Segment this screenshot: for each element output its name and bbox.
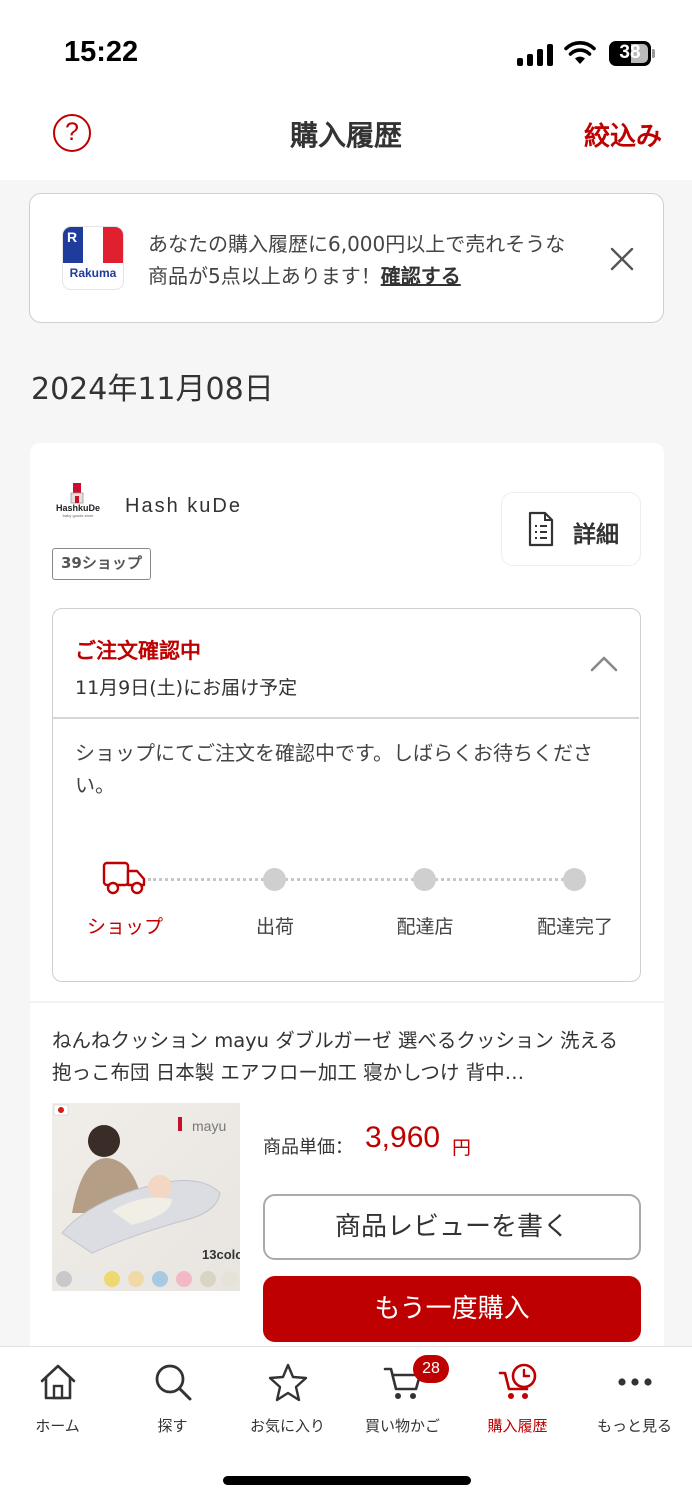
filter-button[interactable]: 絞込み xyxy=(584,116,662,153)
wifi-icon xyxy=(564,41,596,64)
truck-icon xyxy=(102,861,146,895)
nav-label-home: ホーム xyxy=(35,1417,80,1435)
unit-price-value: 3,960 xyxy=(365,1121,441,1154)
banner-message: あなたの購入履歴に6,000円以上で売れそうな商品が5点以上あります！確認する xyxy=(148,228,578,292)
shop-name[interactable]: Hash kuDe xyxy=(125,495,242,518)
star-icon xyxy=(268,1363,308,1402)
banner-message-text: あなたの購入履歴に6,000円以上で売れそうな商品が5点以上あります！ xyxy=(148,232,566,288)
status-time: 15:22 xyxy=(64,36,139,68)
status-divider xyxy=(53,717,639,719)
detail-label: 詳細 xyxy=(573,522,619,548)
nav-item-home[interactable]: ホーム xyxy=(0,1347,115,1447)
home-indicator xyxy=(223,1476,471,1485)
nav-item-more[interactable]: もっと見る xyxy=(577,1347,692,1447)
rakuma-logo: R Rakuma xyxy=(63,227,123,289)
card-divider xyxy=(30,1001,664,1003)
nav-label-search: 探す xyxy=(157,1417,188,1435)
order-detail-button[interactable]: 詳細 xyxy=(501,492,641,566)
cellular-signal-icon xyxy=(517,44,553,66)
svg-text:HashkuDe: HashkuDe xyxy=(56,503,100,513)
home-icon xyxy=(40,1364,76,1400)
nav-label-more: もっと見る xyxy=(596,1417,672,1435)
tracker-line xyxy=(148,878,576,881)
tracker-step-depot: 配達店 xyxy=(396,916,454,938)
nav-item-search[interactable]: 探す xyxy=(115,1347,230,1447)
tracker-dot-shipping xyxy=(263,868,286,891)
order-card: HashkuDe baby goods store Hash kuDe 39ショ… xyxy=(30,443,664,1363)
battery-level: 38 xyxy=(619,42,641,63)
tracker-step-delivered: 配達完了 xyxy=(536,916,613,938)
nav-label-favorites: お気に入り xyxy=(249,1417,325,1435)
buy-again-button[interactable]: もう一度購入 xyxy=(263,1276,641,1342)
unit-price-label: 商品単価： xyxy=(263,1137,353,1158)
status-title: ご注文確認中 xyxy=(75,639,201,663)
delivery-estimate: 11月9日(土)にお届け予定 xyxy=(75,677,298,699)
tracker-step-shop: ショップ xyxy=(86,916,163,938)
svg-text:baby goods store: baby goods store xyxy=(63,513,94,518)
status-message: ショップにてご注文を確認中です。しばらくお待ちください。 xyxy=(75,741,593,797)
rakuma-logo-initial: R xyxy=(67,229,78,245)
product-image-brand: mayu xyxy=(192,1118,226,1134)
nav-item-cart[interactable]: 28 買い物かご xyxy=(345,1347,460,1447)
rakuma-banner[interactable]: R Rakuma あなたの購入履歴に6,000円以上で売れそうな商品が5点以上あ… xyxy=(29,193,664,323)
product-photo: mayu 13colors xyxy=(53,1104,240,1287)
tracker-dot-delivered xyxy=(563,868,586,891)
order-status-panel: ご注文確認中 11月9日(土)にお届け予定 ショップにてご注文を確認中です。しば… xyxy=(52,608,641,982)
write-review-button[interactable]: 商品レビューを書く xyxy=(263,1194,641,1260)
cart-count-badge: 28 xyxy=(413,1355,449,1383)
document-icon xyxy=(528,511,554,547)
tracker-dot-depot xyxy=(413,868,436,891)
more-dots-icon xyxy=(618,1378,652,1386)
nav-item-purchase-history[interactable]: 購入履歴 xyxy=(460,1347,575,1447)
nav-item-favorites[interactable]: お気に入り xyxy=(230,1347,345,1447)
unit-price-currency: 円 xyxy=(452,1137,472,1159)
shop-badge: 39ショップ xyxy=(52,548,151,580)
nav-label-purchase-history: 購入履歴 xyxy=(487,1417,548,1435)
chevron-up-icon[interactable] xyxy=(590,654,618,672)
tracker-step-shipping: 出荷 xyxy=(255,916,294,938)
battery-icon: 38 xyxy=(609,41,655,66)
product-name[interactable]: ねんねクッション mayu ダブルガーゼ 選べるクッション 洗える 抱っこ布団 … xyxy=(52,1025,642,1089)
rakuma-logo-text: Rakuma xyxy=(69,266,117,280)
close-icon[interactable] xyxy=(608,245,636,273)
order-date: 2024年11月08日 xyxy=(31,372,274,407)
delivery-tracker: ショップ 出荷 配達店 配達完了 xyxy=(53,854,642,964)
shop-logo[interactable]: HashkuDe baby goods store xyxy=(52,481,104,519)
product-image-badge: 13colors xyxy=(202,1247,240,1262)
status-bar: 15:22 38 xyxy=(0,0,692,100)
product-image[interactable]: mayu 13colors xyxy=(52,1103,240,1291)
purchase-history-icon xyxy=(498,1363,537,1399)
nav-label-cart: 買い物かご xyxy=(364,1417,440,1435)
banner-confirm-link[interactable]: 確認する xyxy=(381,264,461,288)
search-icon xyxy=(155,1364,192,1401)
